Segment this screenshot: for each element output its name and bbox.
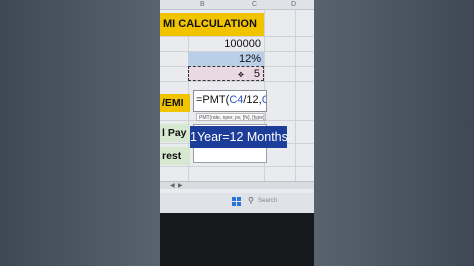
column-header-bar: B C D [160,0,314,10]
rate-cell[interactable]: 12% [188,52,264,67]
formula-mid: /12, [243,94,262,106]
formula-prefix: =PMT( [196,94,230,106]
column-letter-c[interactable]: C [252,1,257,8]
principal-cell[interactable]: 100000 [188,37,264,52]
column-letter-d[interactable]: D [291,1,296,8]
gridline [160,166,314,167]
gridline [160,81,314,82]
monitor-bezel [160,213,314,266]
interest-label[interactable]: rest [160,147,190,165]
formula-ref-tenure: C5 [262,94,266,106]
tenure-value: 5 [253,68,260,80]
column-letter-b[interactable]: B [200,1,205,8]
search-icon[interactable]: ⚲ [248,196,254,205]
title-cell[interactable]: MI CALCULATION [160,13,264,36]
sheet-scroll-left-icon[interactable]: ◀ [170,182,175,189]
video-frame: B C D MI CALCULATION 100000 12% ✥5 /EMI [0,0,474,266]
total-pay-label[interactable]: l Pay [160,124,190,142]
taskbar-search[interactable]: Search [258,198,277,204]
emi-label[interactable]: /EMI [160,94,190,112]
function-tooltip: PMT(rate, nper, pv, [fv], [type]) [196,113,266,121]
formula-edit-cell[interactable]: =PMT(C4/12,C5 [193,90,267,112]
sheet-tab-bar [160,181,314,189]
tenure-cell[interactable]: ✥ 5 [188,66,264,81]
excel-screen: B C D MI CALCULATION 100000 12% ✥5 /EMI [160,0,314,213]
formula-ref-rate: C4 [229,94,244,106]
interest-cell[interactable] [193,147,267,163]
sheet-scroll-right-icon[interactable]: ▶ [178,182,183,189]
windows-start-icon[interactable] [232,197,241,206]
fill-handle-icon[interactable]: ✥ [238,72,244,79]
caption-overlay: 1Year=12 Months [190,126,288,148]
